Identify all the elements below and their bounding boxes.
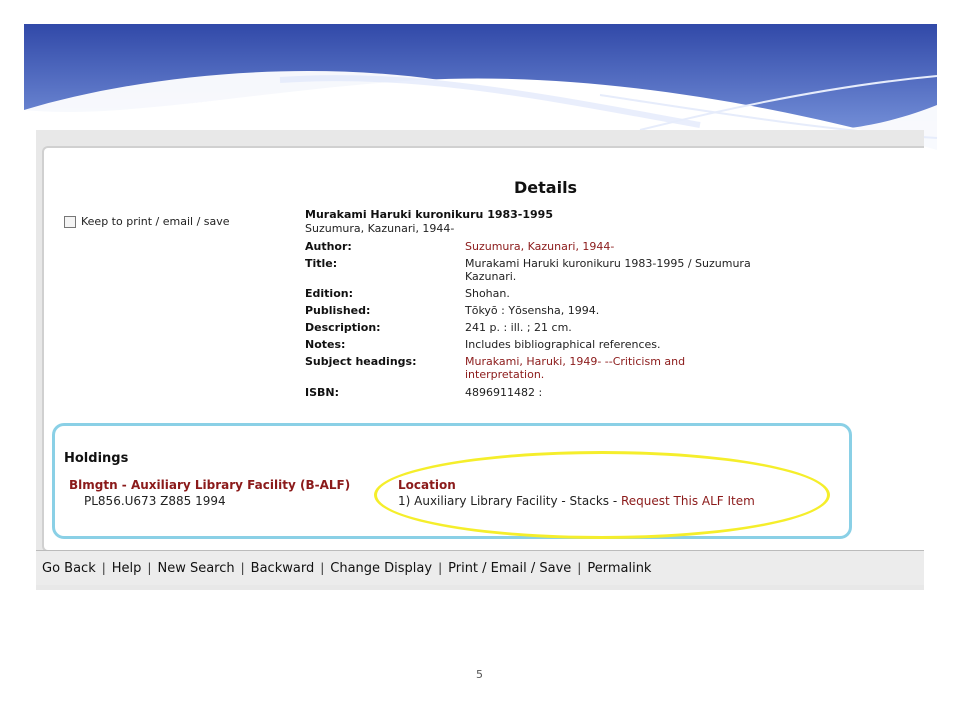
- field-value-edition: Shohan.: [465, 287, 510, 300]
- screenshot-region: Details Keep to print / email / save Mur…: [36, 130, 924, 590]
- keep-label: Keep to print / email / save: [81, 215, 230, 228]
- nav-help[interactable]: Help: [106, 561, 148, 576]
- nav-go-back[interactable]: Go Back: [36, 561, 102, 576]
- holdings-library: Blmgtn - Auxiliary Library Facility (B-A…: [69, 478, 351, 492]
- nav-change-display[interactable]: Change Display: [324, 561, 438, 576]
- field-label-author: Author:: [305, 240, 352, 253]
- nav-backward[interactable]: Backward: [245, 561, 321, 576]
- page-number: 5: [476, 668, 483, 681]
- subject-heading-link[interactable]: Murakami, Haruki, 1949- --Criticism and …: [465, 355, 725, 381]
- nav-new-search[interactable]: New Search: [151, 561, 240, 576]
- field-label-title: Title:: [305, 257, 338, 270]
- record-author-line: Suzumura, Kazunari, 1944-: [305, 222, 455, 235]
- field-label-description: Description:: [305, 321, 381, 334]
- bottom-nav-bar: Go Back | Help | New Search | Backward |…: [36, 550, 924, 585]
- field-label-edition: Edition:: [305, 287, 353, 300]
- field-value-isbn: 4896911482 :: [465, 386, 543, 399]
- nav-print-email-save[interactable]: Print / Email / Save: [442, 561, 577, 576]
- field-value-published: Tōkyō : Yōsensha, 1994.: [465, 304, 600, 317]
- record-title: Murakami Haruki kuronikuru 1983-1995: [305, 208, 553, 221]
- holdings-title: Holdings: [64, 451, 129, 466]
- field-value-description: 241 p. : ill. ; 21 cm.: [465, 321, 572, 334]
- field-value-notes: Includes bibliographical references.: [465, 338, 661, 351]
- holdings-call-number: PL856.U673 Z885 1994: [84, 494, 226, 508]
- field-label-notes: Notes:: [305, 338, 346, 351]
- details-title: Details: [514, 178, 578, 197]
- field-label-published: Published:: [305, 304, 371, 317]
- field-label-isbn: ISBN:: [305, 386, 340, 399]
- field-label-subjects: Subject headings:: [305, 355, 417, 368]
- keep-checkbox[interactable]: [64, 215, 76, 228]
- details-panel: Details Keep to print / email / save Mur…: [42, 146, 924, 552]
- highlight-ellipse: [374, 451, 830, 539]
- keep-checkbox-row[interactable]: Keep to print / email / save: [64, 215, 230, 228]
- nav-permalink[interactable]: Permalink: [581, 561, 657, 576]
- author-link[interactable]: Suzumura, Kazunari, 1944-: [465, 240, 785, 253]
- field-value-title: Murakami Haruki kuronikuru 1983-1995 / S…: [465, 257, 751, 283]
